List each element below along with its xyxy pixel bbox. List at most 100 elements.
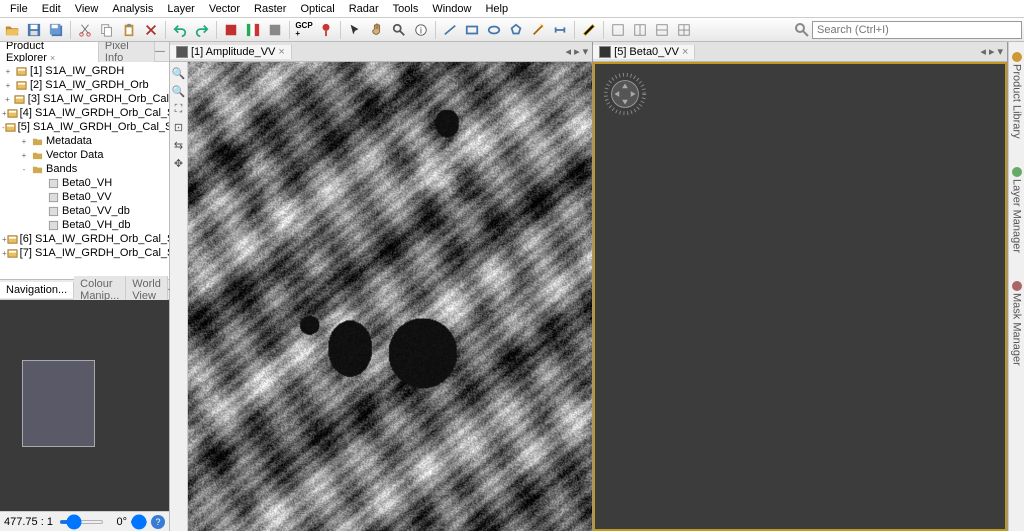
expand-icon[interactable]: + [2,81,14,90]
hand-icon[interactable] [367,20,387,40]
band-red-icon[interactable] [221,20,241,40]
search-input[interactable] [812,21,1022,39]
tab-beta0-vv[interactable]: [5] Beta0_VV × [593,45,695,59]
compass-icon[interactable] [601,70,649,118]
expand-icon[interactable]: - [18,165,30,174]
layout2-icon[interactable] [630,20,650,40]
right-view-tabs: [5] Beta0_VV × ◂▸▾ [593,42,1007,62]
help-icon[interactable]: ? [151,515,165,529]
expand-icon[interactable]: + [2,67,14,76]
close-icon[interactable]: × [682,46,688,58]
info-icon[interactable]: i [411,20,431,40]
view-scroll-right-icon[interactable]: ▸ [989,45,995,58]
view-menu-icon[interactable]: ▾ [583,45,589,58]
wand-tool-icon[interactable] [528,20,548,40]
save-all-icon[interactable] [46,20,66,40]
cut-icon[interactable] [75,20,95,40]
menu-tools[interactable]: Tools [387,2,425,16]
product-icon [13,93,26,105]
tree-item[interactable]: +Metadata [0,134,169,148]
zoom-full-icon[interactable]: ⛶ [172,102,186,116]
undo-icon[interactable] [170,20,190,40]
zoom-in-icon[interactable]: 🔍 [172,66,186,80]
view-menu-icon[interactable]: ▾ [997,45,1003,58]
tree-item[interactable]: Beta0_VV [0,190,169,204]
menu-layer[interactable]: Layer [161,2,201,16]
rail-product-library[interactable]: Product Library [1010,48,1024,143]
tree-item-label: [4] S1A_IW_GRDH_Orb_Cal_Spk [20,107,169,119]
polygon-tool-icon[interactable] [506,20,526,40]
copy-icon[interactable] [97,20,117,40]
paste-icon[interactable] [119,20,139,40]
zoom-1to1-icon[interactable]: ⊡ [172,120,186,134]
open-icon[interactable] [2,20,22,40]
rail-layer-manager[interactable]: Layer Manager [1010,163,1024,257]
redo-icon[interactable] [192,20,212,40]
tree-item[interactable]: Beta0_VV_db [0,204,169,218]
expand-icon[interactable]: + [18,137,30,146]
beta0-image-view[interactable] [593,62,1007,531]
band-flag-icon[interactable] [243,20,263,40]
navigation-thumbnail[interactable] [0,300,169,511]
pin-icon[interactable] [316,20,336,40]
tree-item-label: Beta0_VV [62,191,112,203]
expand-icon[interactable]: + [18,151,30,160]
menu-analysis[interactable]: Analysis [106,2,159,16]
tree-item[interactable]: +[2] S1A_IW_GRDH_Orb [0,78,169,92]
sync-views-icon[interactable]: ⇆ [172,138,186,152]
band-thumb-icon [599,46,611,58]
tree-item[interactable]: +[4] S1A_IW_GRDH_Orb_Cal_Spk [0,106,169,120]
tree-item[interactable]: -[5] S1A_IW_GRDH_Orb_Cal_Spk_TC [0,120,169,134]
product-tree[interactable]: +[1] S1A_IW_GRDH+[2] S1A_IW_GRDH_Orb+[3]… [0,62,169,279]
tab-amplitude-vv[interactable]: [1] Amplitude_VV × [170,45,292,59]
minimize-icon[interactable]: — [155,46,165,57]
tree-item[interactable]: +[1] S1A_IW_GRDH [0,64,169,78]
tab-navigation[interactable]: Navigation... [0,282,74,298]
rect-tool-icon[interactable] [462,20,482,40]
menu-vector[interactable]: Vector [203,2,246,16]
band-gray-icon[interactable] [265,20,285,40]
ruler-icon[interactable] [579,20,599,40]
line-tool-icon[interactable] [440,20,460,40]
range-tool-icon[interactable] [550,20,570,40]
close-icon[interactable]: × [50,53,55,63]
tree-item[interactable]: Beta0_VH_db [0,218,169,232]
menu-radar[interactable]: Radar [343,2,385,16]
view-scroll-left-icon[interactable]: ◂ [566,45,572,58]
menu-help[interactable]: Help [479,2,514,16]
menu-file[interactable]: File [4,2,34,16]
menu-edit[interactable]: Edit [36,2,67,16]
view-scroll-right-icon[interactable]: ▸ [574,45,580,58]
gcp-icon[interactable]: GCP+ [294,20,314,40]
view-scroll-left-icon[interactable]: ◂ [980,45,986,58]
save-icon[interactable] [24,20,44,40]
tree-item[interactable]: - Bands [0,162,169,176]
tree-item-label: Bands [46,163,77,175]
menu-raster[interactable]: Raster [248,2,292,16]
tree-item[interactable]: +Vector Data [0,148,169,162]
zoom-out-icon[interactable]: 🔍 [172,84,186,98]
tree-item[interactable]: +[7] S1A_IW_GRDH_Orb_Cal_Spk_TF [0,246,169,260]
layout3-icon[interactable] [652,20,672,40]
tree-item[interactable]: +[3] S1A_IW_GRDH_Orb_Cal [0,92,169,106]
menu-window[interactable]: Window [426,2,477,16]
expand-icon[interactable]: + [2,95,13,104]
menu-optical[interactable]: Optical [294,2,340,16]
nav-angle-slider[interactable] [130,520,148,524]
layout4-icon[interactable] [674,20,694,40]
ellipse-tool-icon[interactable] [484,20,504,40]
cursor-sync-icon[interactable]: ✥ [172,156,186,170]
close-icon[interactable]: × [278,46,284,58]
nav-zoom-slider[interactable] [59,520,104,524]
layout1-icon[interactable] [608,20,628,40]
band-icon [46,177,60,189]
tree-item[interactable]: +[6] S1A_IW_GRDH_Orb_Cal_Spk_TF_TC [0,232,169,246]
delete-icon[interactable] [141,20,161,40]
tree-item[interactable]: Beta0_VH [0,176,169,190]
explorer-header: Product Explorer× Pixel Info — [0,42,169,62]
zoom-icon[interactable] [389,20,409,40]
rail-mask-manager[interactable]: Mask Manager [1010,277,1024,370]
pointer-icon[interactable] [345,20,365,40]
menu-view[interactable]: View [69,2,105,16]
amplitude-image-view[interactable] [188,62,592,531]
